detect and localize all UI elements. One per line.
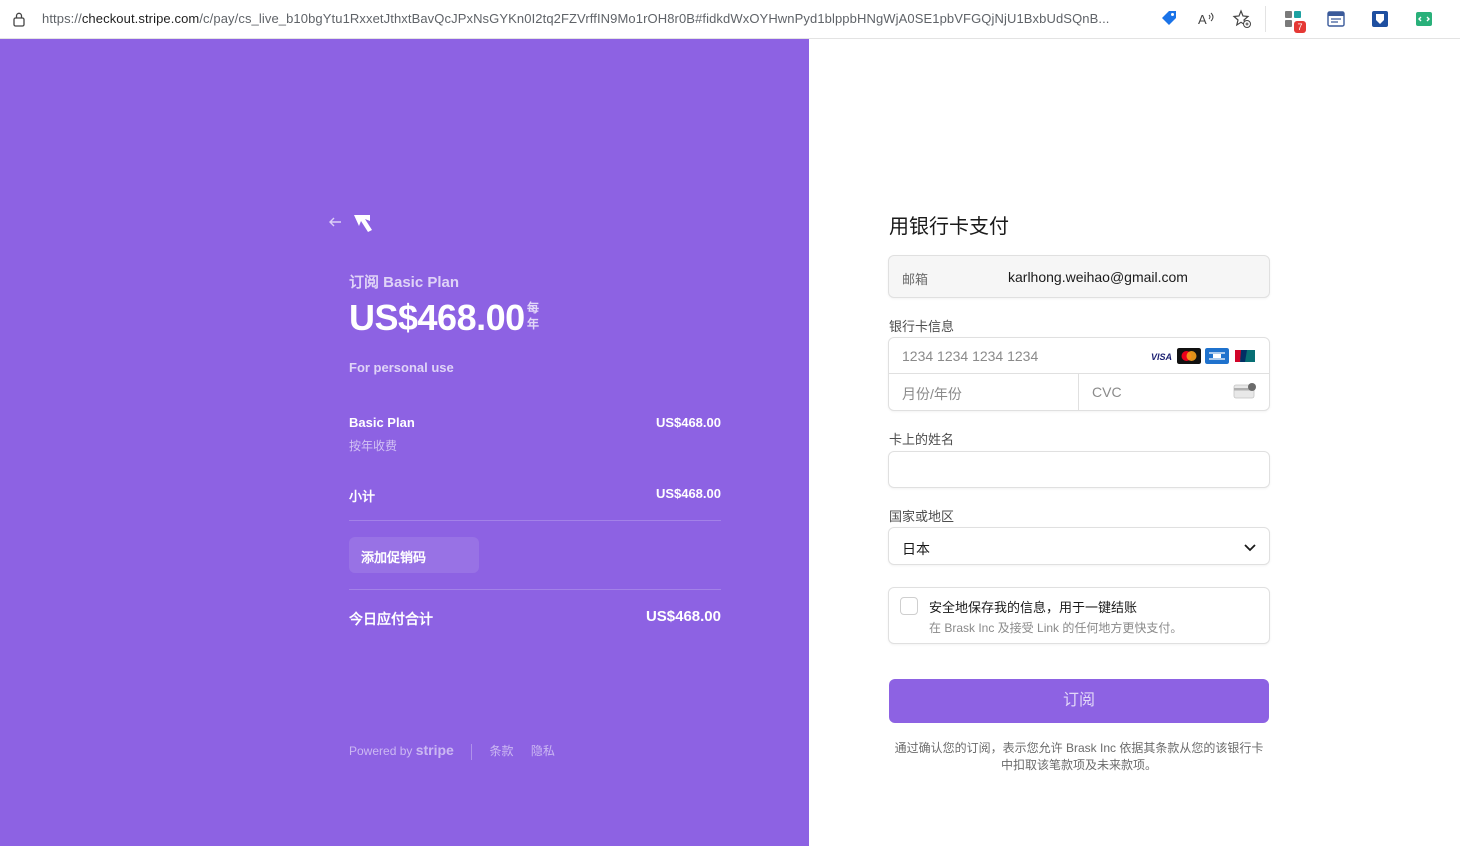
email-label: 邮箱 (902, 272, 929, 287)
save-info-checkbox[interactable] (900, 597, 918, 615)
form-title: 用银行卡支付 (889, 216, 1009, 238)
amex-icon (1205, 348, 1229, 364)
url-text[interactable]: https://checkout.stripe.com/c/pay/cs_liv… (42, 11, 1110, 26)
cardholder-name-input[interactable] (888, 451, 1270, 488)
price: US$468.00 (349, 297, 525, 338)
country-label: 国家或地区 (889, 509, 955, 524)
product-description: For personal use (349, 360, 454, 375)
legal-text: 通过确认您的订阅，表示您允许 Brask Inc 依据其条款从您的该银行卡中扣取… (894, 741, 1264, 772)
save-info-title: 安全地保存我的信息，用于一键结账 (929, 600, 1138, 615)
shield-extension-icon[interactable] (1370, 9, 1390, 29)
footer-divider (471, 743, 473, 760)
chevron-down-icon (1244, 544, 1256, 552)
total-label: 今日应付合计 (349, 611, 433, 627)
divider (349, 589, 721, 590)
card-info-label: 银行卡信息 (889, 319, 955, 334)
url-host: checkout.stripe.com (81, 11, 200, 26)
footer: Powered by stripe 条款 隐私 (349, 742, 569, 760)
terms-link[interactable]: 条款 (490, 744, 514, 758)
line-item-amount: US$468.00 (655, 415, 721, 430)
total-value: US$468.00 (645, 608, 721, 625)
add-promo-code-button[interactable]: 添加促销码 (349, 537, 479, 573)
card-info-group: 1234 1234 1234 1234 VISA 月份/年份 CVC (888, 337, 1270, 411)
save-info-subtitle: 在 Brask Inc 及接受 Link 的任何地方更快支付。 (929, 621, 1183, 635)
expiry-placeholder: 月份/年份 (902, 386, 962, 402)
svg-text:VISA: VISA (1151, 352, 1172, 362)
svg-text:A: A (1198, 12, 1207, 27)
code-extension-icon[interactable] (1414, 9, 1434, 29)
toolbar-divider (1265, 6, 1266, 32)
subtotal-label: 小计 (349, 489, 376, 504)
subscribe-button[interactable]: 订阅 (889, 679, 1269, 723)
stripe-logo[interactable]: stripe (416, 742, 454, 758)
payment-form-panel: 用银行卡支付 邮箱 karlhong.weihao@gmail.com 银行卡信… (809, 39, 1460, 846)
cvc-placeholder: CVC (1092, 384, 1122, 400)
email-value: karlhong.weihao@gmail.com (1008, 269, 1188, 285)
privacy-link[interactable]: 隐私 (531, 744, 555, 758)
email-field[interactable]: 邮箱 karlhong.weihao@gmail.com (888, 255, 1270, 298)
extension-badge: 7 (1294, 21, 1306, 33)
lock-icon[interactable] (12, 11, 26, 27)
line-item-billing: 按年收费 (349, 439, 398, 453)
tag-icon[interactable] (1159, 9, 1179, 29)
subtotal-row: 小计 US$468.00 (349, 486, 721, 505)
expiry-input[interactable]: 月份/年份 (889, 374, 1079, 410)
merchant-logo-icon[interactable] (352, 213, 374, 233)
card-number-placeholder: 1234 1234 1234 1234 (902, 348, 1039, 364)
card-number-input[interactable]: 1234 1234 1234 1234 VISA (889, 338, 1269, 374)
read-aloud-icon[interactable]: A (1196, 9, 1216, 29)
window-icon[interactable] (1326, 9, 1346, 29)
back-arrow-icon[interactable] (327, 214, 343, 230)
url-prefix: https:// (42, 11, 82, 26)
divider (349, 520, 721, 521)
powered-by-label: Powered by (349, 744, 413, 758)
country-value: 日本 (902, 541, 930, 557)
subtotal-value: US$468.00 (655, 486, 721, 501)
url-path: /c/pay/cs_live_b10bgYtu1RxxetJthxtBavQcJ… (199, 11, 1110, 26)
line-item-name: Basic Plan (349, 415, 415, 430)
save-info-option: 安全地保存我的信息，用于一键结账 在 Brask Inc 及接受 Link 的任… (888, 587, 1270, 644)
cvc-input[interactable]: CVC (1079, 374, 1269, 410)
favorite-star-icon[interactable] (1232, 9, 1252, 29)
order-summary-panel: 订阅 Basic Plan US$468.00 每年 For personal … (0, 39, 809, 846)
cardholder-name-label: 卡上的姓名 (889, 432, 955, 447)
line-item: Basic Plan US$468.00 (349, 415, 721, 430)
billing-period: 每年 (527, 301, 540, 331)
product-label: 订阅 Basic Plan (349, 274, 460, 291)
mastercard-icon (1177, 348, 1201, 364)
browser-address-bar: https://checkout.stripe.com/c/pay/cs_liv… (0, 0, 1460, 39)
unionpay-icon (1233, 348, 1257, 364)
country-select[interactable]: 日本 (888, 527, 1270, 565)
cvc-card-icon (1233, 383, 1256, 399)
visa-icon: VISA (1149, 348, 1173, 364)
